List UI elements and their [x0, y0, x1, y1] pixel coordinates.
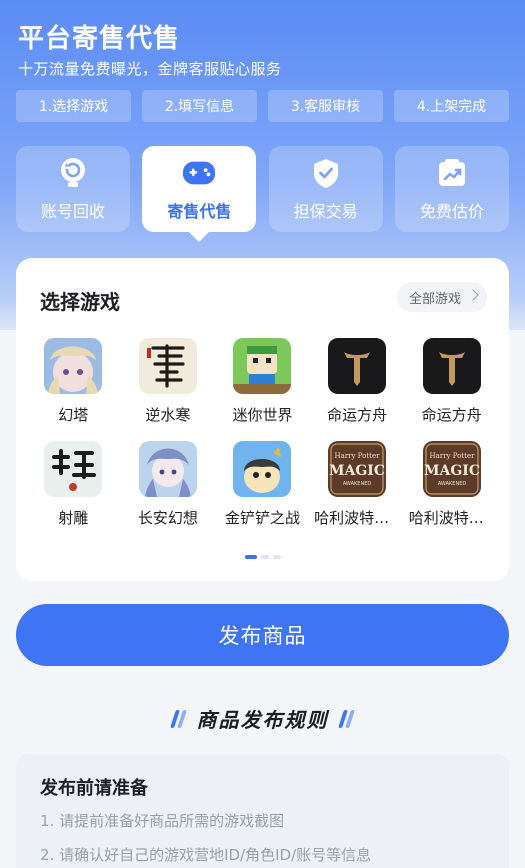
gamepad-icon	[182, 156, 216, 190]
game-item[interactable]: 射雕	[26, 441, 121, 528]
tab-consignment[interactable]: 寄售代售	[142, 146, 257, 242]
card-title: 选择游戏	[40, 290, 120, 314]
game-icon-harry-potter: Harry Potter MAGIC AWAKENED	[422, 441, 481, 497]
rule-item: 2. 请确认好自己的游戏营地ID/角色ID/账号等信息	[40, 846, 372, 864]
tab-account-recycle[interactable]: 账号回收	[16, 146, 130, 232]
steps-bar: 1.选择游戏 2.填写信息 3.客服审核 4.上架完成	[16, 90, 509, 122]
game-name: 逆水寒	[145, 406, 191, 424]
tab-label: 账号回收	[40, 202, 105, 221]
page-subtitle: 十万流量免费曝光，金牌客服贴心服务	[18, 60, 282, 78]
step-4: 4.上架完成	[394, 90, 509, 122]
game-name: 幻塔	[58, 406, 89, 424]
rules-card: 发布前请准备 1. 请提前准备好商品所需的游戏截图 2. 请确认好自己的游戏营地…	[16, 754, 509, 868]
game-item[interactable]: Harry Potter MAGIC AWAKENED 哈利波特：魔法觉醒	[310, 441, 405, 528]
game-icon-harry-potter: Harry Potter MAGIC AWAKENED	[328, 441, 387, 497]
hp-logo-line3: AWAKENED	[343, 481, 372, 487]
game-name: 金铲铲之战	[224, 509, 300, 527]
pagination-dot[interactable]	[260, 555, 269, 559]
all-games-label: 全部游戏	[408, 291, 461, 307]
game-item[interactable]: 命运方舟	[310, 338, 405, 425]
chevron-right-icon	[467, 289, 479, 301]
game-select-card: 选择游戏 全部游戏 幻塔 逆水寒 迷你世界 命运方舟 命运方舟 射雕 长安幻想 …	[16, 258, 509, 581]
game-icon-huanta	[44, 338, 103, 394]
game-name: 命运方舟	[421, 406, 482, 424]
game-icon-shediao	[44, 441, 103, 497]
slash-decoration-icon	[337, 709, 355, 728]
tab-label: 寄售代售	[167, 202, 232, 221]
page-title: 平台寄售代售	[18, 24, 181, 54]
hp-logo-line2: MAGIC	[329, 463, 385, 479]
shield-check-icon	[309, 156, 343, 190]
game-item[interactable]: 长安幻想	[121, 441, 216, 528]
game-name: 哈利波特：魔法觉醒	[314, 509, 400, 527]
pagination-dots	[16, 555, 509, 559]
tab-label: 担保交易	[293, 202, 358, 221]
game-item[interactable]: 逆水寒	[121, 338, 216, 425]
game-icon-jinchanchan	[233, 441, 292, 497]
service-tabs: 账号回收 寄售代售 担保交易 免费估价	[16, 146, 509, 242]
step-1: 1.选择游戏	[16, 90, 131, 122]
recycle-icon	[56, 156, 90, 190]
rules-heading: 商品发布规则	[0, 704, 525, 733]
game-name: 射雕	[58, 509, 89, 527]
all-games-button[interactable]: 全部游戏	[396, 282, 487, 312]
rule-item: 1. 请提前准备好商品所需的游戏截图	[40, 812, 285, 830]
hp-logo-line2: MAGIC	[424, 463, 480, 479]
pagination-dot[interactable]	[272, 555, 281, 559]
game-icon-lost-ark	[328, 338, 387, 394]
game-icon-lost-ark	[422, 338, 481, 394]
game-item[interactable]: 金铲铲之战	[215, 441, 310, 528]
game-item[interactable]: 幻塔	[26, 338, 121, 425]
game-icon-mini-world	[233, 338, 292, 394]
publish-button[interactable]: 发布商品	[16, 604, 509, 666]
game-grid: 幻塔 逆水寒 迷你世界 命运方舟 命运方舟 射雕 长安幻想 金铲铲之战 Harr…	[26, 338, 499, 528]
prep-title: 发布前请准备	[40, 778, 148, 799]
hp-logo-line1: Harry Potter	[429, 452, 475, 460]
game-name: 哈利波特：魔法觉醒	[408, 509, 495, 527]
tab-guarantee[interactable]: 担保交易	[268, 146, 383, 232]
tab-label: 免费估价	[419, 202, 484, 221]
game-item[interactable]: 迷你世界	[215, 338, 310, 425]
slash-decoration-icon	[169, 709, 187, 728]
game-name: 长安幻想	[137, 509, 198, 527]
step-3: 3.客服审核	[268, 90, 383, 122]
tab-valuation[interactable]: 免费估价	[394, 146, 509, 232]
trend-chart-icon	[435, 156, 469, 190]
game-icon-changan	[138, 441, 197, 497]
hp-logo-line3: AWAKENED	[437, 481, 466, 487]
game-icon-nishuihan	[138, 338, 197, 394]
game-name: 迷你世界	[232, 406, 293, 424]
hp-logo-line1: Harry Potter	[335, 452, 381, 460]
game-item[interactable]: Harry Potter MAGIC AWAKENED 哈利波特：魔法觉醒	[404, 441, 499, 528]
game-item[interactable]: 命运方舟	[404, 338, 499, 425]
rules-title: 商品发布规则	[196, 708, 329, 732]
pagination-dot-active[interactable]	[244, 555, 257, 559]
step-2: 2.填写信息	[142, 90, 257, 122]
game-name: 命运方舟	[327, 406, 388, 424]
